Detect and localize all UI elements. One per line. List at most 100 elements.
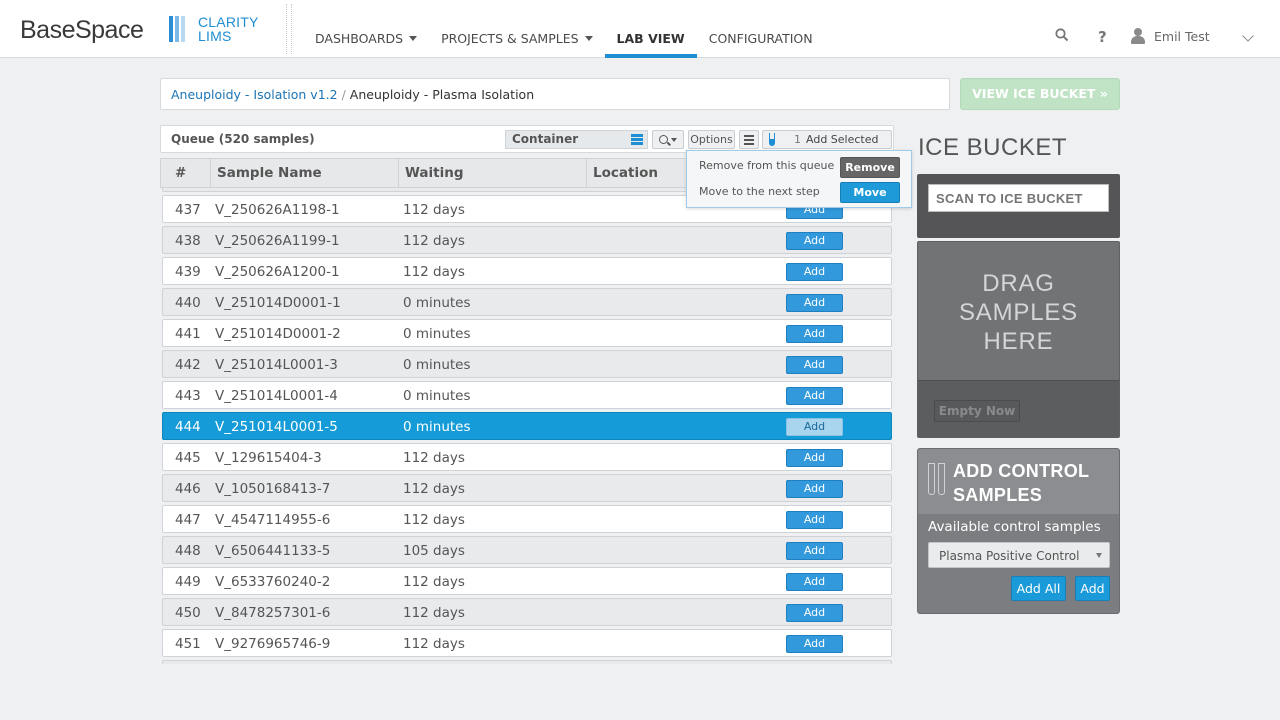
logo-clarity-text: CLARITY — [198, 14, 259, 30]
add-sample-button[interactable]: Add — [786, 480, 843, 498]
move-button[interactable]: Move — [840, 182, 900, 203]
view-ice-bucket-button[interactable]: VIEW ICE BUCKET » — [960, 78, 1120, 110]
control-sample-select[interactable]: Plasma Positive Control — [928, 542, 1110, 568]
list-view-button[interactable] — [739, 130, 759, 149]
table-row[interactable]: 442 V_251014L0001-3 0 minutes Add — [162, 350, 892, 378]
table-row[interactable]: 445 V_129615404-3 112 days Add — [162, 443, 892, 471]
queue-table-body[interactable]: 437 V_250626A1198-1 112 days Add 438 V_250626… — [160, 188, 894, 664]
options-button[interactable]: Options — [688, 130, 735, 149]
table-row[interactable]: 443 V_251014L0001-4 0 minutes Add — [162, 381, 892, 409]
add-sample-button[interactable]: Add — [786, 511, 843, 529]
column-header-waiting[interactable]: Waiting — [399, 159, 587, 187]
add-all-controls-button[interactable]: Add All — [1011, 576, 1066, 601]
add-sample-button[interactable]: Add — [786, 356, 843, 374]
add-sample-button[interactable]: Add — [786, 263, 843, 281]
waiting-time: 112 days — [403, 481, 465, 497]
nav-lab-view[interactable]: LAB VIEW — [604, 0, 697, 58]
nav-configuration[interactable]: CONFIGURATION — [697, 0, 825, 58]
add-sample-button[interactable]: Add — [786, 604, 843, 622]
tubes-icon — [928, 463, 946, 495]
table-row[interactable]: 440 V_251014D0001-1 0 minutes Add — [162, 288, 892, 316]
ice-bucket-drop-zone[interactable]: DRAG SAMPLES HERE Empty Now — [917, 241, 1120, 438]
ice-bucket-title: ICE BUCKET — [918, 134, 1068, 161]
sample-name: V_251014L0001-3 — [215, 357, 338, 373]
container-filter-label: Container — [512, 132, 579, 146]
container-view-icon[interactable] — [631, 134, 643, 145]
add-sample-button[interactable]: Add — [786, 449, 843, 467]
header-divider — [286, 4, 292, 54]
add-sample-button[interactable]: Add — [786, 387, 843, 405]
user-icon — [1131, 28, 1145, 44]
search-icon[interactable] — [1055, 28, 1069, 46]
waiting-time: 0 minutes — [403, 295, 471, 311]
add-selected-label: Add Selected — [806, 133, 879, 146]
table-row[interactable]: 450 V_8478257301-6 112 days Add — [162, 598, 892, 626]
add-control-button[interactable]: Add — [1075, 576, 1110, 601]
clarity-lims-logo[interactable]: CLARITY LIMS — [198, 15, 259, 43]
empty-now-button[interactable]: Empty Now — [934, 400, 1020, 422]
add-sample-button[interactable]: Add — [786, 542, 843, 560]
user-chevron-down-icon[interactable] — [1242, 30, 1254, 42]
nav-lab-view-label: LAB VIEW — [616, 31, 685, 46]
table-row[interactable]: 438 V_250626A1199-1 112 days Add — [162, 226, 892, 254]
scan-to-ice-bucket-input[interactable] — [928, 184, 1109, 212]
add-sample-button[interactable]: Add — [786, 232, 843, 250]
add-sample-button[interactable]: Add — [786, 635, 843, 653]
add-sample-button[interactable]: Add — [786, 573, 843, 591]
chevron-down-icon — [671, 138, 677, 142]
options-menu: Remove from this queue Remove Move to th… — [686, 150, 912, 208]
add-selected-button[interactable]: 1 Add Selected — [762, 130, 892, 149]
table-row[interactable]: 441 V_251014D0001-2 0 minutes Add — [162, 319, 892, 347]
nav-dashboards[interactable]: DASHBOARDS — [303, 0, 429, 58]
row-number: 441 — [175, 326, 201, 342]
container-filter[interactable]: Container — [505, 130, 648, 149]
row-number: 442 — [175, 357, 201, 373]
sample-name: V_250626A1200-1 — [215, 264, 340, 280]
nav-projects-samples[interactable]: PROJECTS & SAMPLES — [429, 0, 604, 58]
sample-name: V_251014L0001-4 — [215, 388, 338, 404]
table-row[interactable]: 447 V_4547114955-6 112 days Add — [162, 505, 892, 533]
waiting-time: 112 days — [403, 202, 465, 218]
breadcrumb-protocol-link[interactable]: Aneuploidy - Isolation v1.2 — [171, 87, 338, 102]
waiting-time: 112 days — [403, 512, 465, 528]
sample-name: V_4547114955-6 — [215, 512, 331, 528]
add-sample-button[interactable]: Add — [786, 294, 843, 312]
search-icon — [659, 135, 668, 144]
sample-name: V_6506441133-5 — [215, 543, 331, 559]
add-sample-button[interactable]: Add — [786, 325, 843, 343]
drop-text-line: DRAG — [982, 270, 1055, 297]
top-header: BaseSpace CLARITY LIMS DASHBOARDS PROJEC… — [0, 0, 1280, 58]
table-row[interactable]: 439 V_250626A1200-1 112 days Add — [162, 257, 892, 285]
sample-name: V_129615404-3 — [215, 450, 322, 466]
column-header-sample-name[interactable]: Sample Name — [211, 159, 399, 187]
row-number: 437 — [175, 202, 201, 218]
waiting-time: 0 minutes — [403, 357, 471, 373]
control-title-line: SAMPLES — [953, 485, 1043, 505]
row-number: 449 — [175, 574, 201, 590]
waiting-time: 0 minutes — [403, 388, 471, 404]
dropdown-arrow-icon — [1096, 553, 1102, 558]
row-number: 443 — [175, 388, 201, 404]
sample-name: V_251014L0001-5 — [215, 419, 338, 435]
table-row[interactable]: 444 V_251014L0001-5 0 minutes Add — [162, 412, 892, 440]
waiting-time: 112 days — [403, 450, 465, 466]
table-row[interactable]: 449 V_6533760240-2 112 days Add — [162, 567, 892, 595]
table-row[interactable]: 451 V_9276965746-9 112 days Add — [162, 629, 892, 657]
queue-search-button[interactable] — [652, 130, 684, 149]
waiting-time: 112 days — [403, 264, 465, 280]
user-menu[interactable]: Emil Test — [1131, 28, 1210, 44]
table-row[interactable]: 446 V_1050168413-7 112 days Add — [162, 474, 892, 502]
logo-lims-text: LIMS — [198, 28, 232, 44]
remove-button[interactable]: Remove — [840, 157, 900, 178]
main-nav: DASHBOARDS PROJECTS & SAMPLES LAB VIEW C… — [303, 0, 825, 58]
add-sample-button[interactable]: Add — [786, 418, 843, 436]
row-number: 451 — [175, 636, 201, 652]
column-header-number[interactable]: # — [161, 159, 211, 187]
breadcrumb-separator: / — [341, 87, 346, 102]
help-icon[interactable]: ? — [1098, 28, 1107, 46]
basespace-logo[interactable]: BaseSpace — [20, 16, 144, 45]
nav-configuration-label: CONFIGURATION — [708, 31, 813, 46]
table-row[interactable]: 448 V_6506441133-5 105 days Add — [162, 536, 892, 564]
row-number: 444 — [175, 419, 201, 435]
waiting-time: 112 days — [403, 636, 465, 652]
